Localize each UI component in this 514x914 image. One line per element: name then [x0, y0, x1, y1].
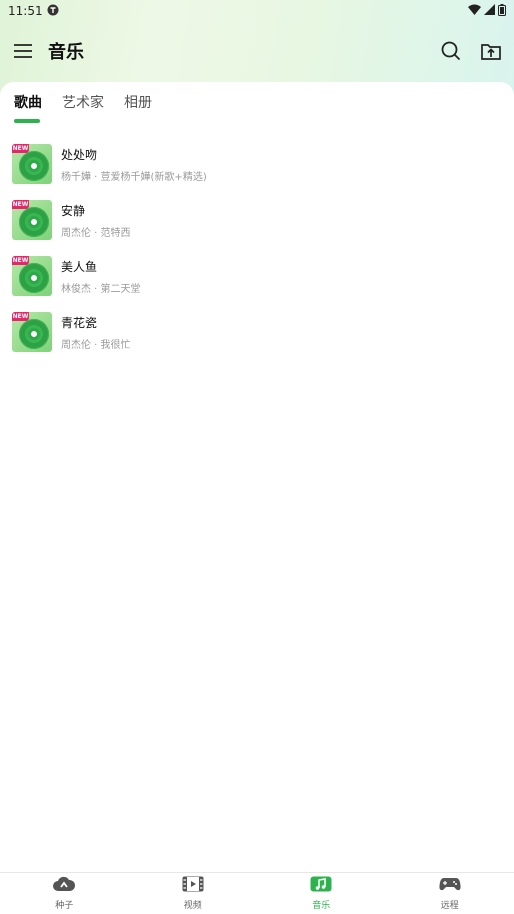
music-icon [310, 876, 332, 896]
status-bar: 11:51 [0, 0, 514, 22]
content-panel: 歌曲 艺术家 相册 NEW 处处吻 杨千嬅 · 荳爱杨千嬅(新歌+精选) NEW [0, 82, 514, 872]
song-title: 青花瓷 [61, 315, 98, 330]
song-list: NEW 处处吻 杨千嬅 · 荳爱杨千嬅(新歌+精选) NEW 安静 周杰伦 · … [12, 136, 502, 360]
signal-icon [484, 4, 495, 18]
nav-label: 视频 [183, 901, 202, 911]
song-subtitle: 周杰伦 · 我很忙 [61, 339, 131, 351]
list-item[interactable]: NEW 处处吻 杨千嬅 · 荳爱杨千嬅(新歌+精选) [12, 136, 502, 192]
disc-icon [19, 207, 49, 237]
battery-icon [498, 3, 506, 19]
tab-label: 歌曲 [14, 95, 42, 111]
nav-item-remote[interactable]: 远程 [386, 873, 514, 914]
nav-label: 种子 [55, 901, 74, 911]
nav-item-music[interactable]: 音乐 [257, 873, 386, 914]
song-title: 美人鱼 [61, 259, 98, 274]
album-cover: NEW [12, 200, 52, 240]
tab-label: 相册 [124, 95, 152, 111]
nav-label: 远程 [440, 901, 459, 911]
seed-cloud-icon [53, 876, 76, 896]
song-subtitle: 杨千嬅 · 荳爱杨千嬅(新歌+精选) [61, 171, 207, 183]
list-item[interactable]: NEW 安静 周杰伦 · 范特西 [12, 192, 502, 248]
film-icon [182, 876, 204, 896]
song-subtitle: 周杰伦 · 范特西 [61, 227, 131, 239]
app-bar: 音乐 [0, 30, 514, 72]
new-badge: NEW [12, 200, 29, 209]
album-cover: NEW [12, 312, 52, 352]
list-item[interactable]: NEW 美人鱼 林俊杰 · 第二天堂 [12, 248, 502, 304]
new-badge: NEW [12, 312, 29, 321]
search-icon[interactable] [440, 40, 462, 62]
disc-icon [19, 319, 49, 349]
wifi-icon [468, 4, 481, 18]
disc-icon [19, 151, 49, 181]
disc-icon [19, 263, 49, 293]
tab-artists[interactable]: 艺术家 [62, 92, 104, 122]
tab-indicator [14, 119, 40, 123]
bottom-navigation: 种子 视频 音乐 远程 [0, 872, 514, 914]
nav-item-video[interactable]: 视频 [129, 873, 258, 914]
song-subtitle: 林俊杰 · 第二天堂 [61, 283, 141, 295]
song-title: 安静 [61, 203, 86, 218]
album-cover: NEW [12, 256, 52, 296]
menu-icon[interactable] [12, 40, 34, 62]
gamepad-icon [439, 876, 461, 896]
nav-item-seeds[interactable]: 种子 [0, 873, 129, 914]
list-item[interactable]: NEW 青花瓷 周杰伦 · 我很忙 [12, 304, 502, 360]
tab-label: 艺术家 [62, 95, 104, 111]
status-time: 11:51 [8, 4, 43, 18]
upload-folder-icon[interactable] [480, 40, 502, 62]
new-badge: NEW [12, 256, 29, 265]
nav-label: 音乐 [312, 901, 331, 911]
page-title: 音乐 [48, 42, 84, 63]
new-badge: NEW [12, 144, 29, 153]
notification-icon [47, 4, 59, 19]
album-cover: NEW [12, 144, 52, 184]
tab-albums[interactable]: 相册 [124, 92, 152, 122]
song-title: 处处吻 [61, 147, 98, 162]
tab-songs[interactable]: 歌曲 [14, 92, 42, 123]
tab-bar: 歌曲 艺术家 相册 [14, 92, 152, 123]
